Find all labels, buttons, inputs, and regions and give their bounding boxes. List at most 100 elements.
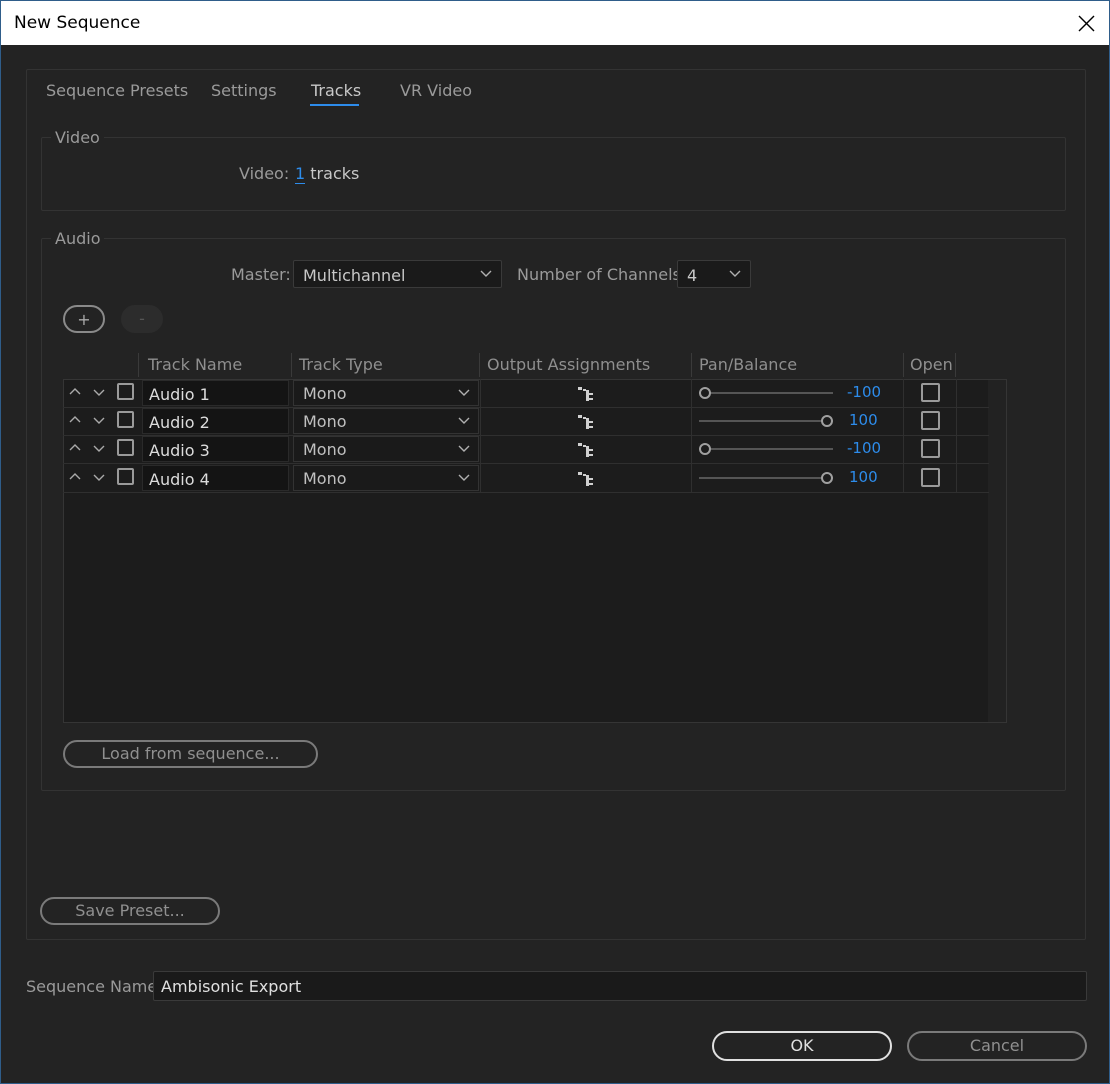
track-select-checkbox[interactable]: [117, 439, 134, 456]
channels-value: 4: [687, 266, 698, 285]
column-divider: [291, 353, 292, 377]
track-type-value: Mono: [303, 440, 347, 459]
new-sequence-dialog: New Sequence Sequence Presets Settings T…: [0, 0, 1110, 1084]
pan-slider-knob[interactable]: [699, 387, 711, 399]
track-type-dropdown[interactable]: Mono: [293, 408, 479, 434]
move-down-icon[interactable]: [91, 412, 107, 428]
move-down-icon[interactable]: [91, 440, 107, 456]
track-select-checkbox[interactable]: [117, 383, 134, 400]
track-select-checkbox[interactable]: [117, 411, 134, 428]
master-dropdown[interactable]: Multichannel: [293, 260, 502, 288]
output-assignment-icon[interactable]: [577, 384, 595, 402]
chevron-down-icon: [458, 417, 470, 424]
tab-sequence-presets[interactable]: Sequence Presets: [46, 81, 188, 100]
column-header-output-assignments: Output Assignments: [487, 355, 651, 374]
load-from-sequence-button[interactable]: Load from sequence...: [63, 740, 318, 768]
cancel-button[interactable]: Cancel: [907, 1031, 1087, 1061]
active-tab-indicator: [310, 104, 359, 106]
chevron-down-icon: [458, 445, 470, 452]
track-type-dropdown[interactable]: Mono: [293, 465, 479, 491]
channels-dropdown[interactable]: 4: [677, 260, 751, 288]
column-divider: [138, 353, 139, 377]
table-scrollbar[interactable]: [988, 380, 1006, 722]
move-up-icon[interactable]: [67, 440, 83, 456]
cell-divider: [903, 379, 904, 407]
sequence-name-label: Sequence Name:: [26, 977, 163, 996]
channels-label: Number of Channels:: [517, 265, 687, 284]
track-row: Audio 1 Mono -100: [63, 379, 989, 407]
chevron-down-icon: [480, 270, 492, 277]
close-button[interactable]: [1063, 1, 1109, 45]
track-type-dropdown[interactable]: Mono: [293, 436, 479, 462]
pan-slider-knob[interactable]: [821, 472, 833, 484]
sequence-name-input[interactable]: Ambisonic Export: [153, 971, 1087, 1001]
cell-divider: [480, 464, 481, 492]
pan-value[interactable]: 100: [849, 411, 878, 429]
track-name-field[interactable]: Audio 2: [142, 408, 289, 434]
cell-divider: [956, 407, 957, 435]
video-group: [41, 137, 1066, 211]
cell-divider: [956, 464, 957, 492]
column-header-pan-balance: Pan/Balance: [699, 355, 798, 374]
move-up-icon[interactable]: [67, 469, 83, 485]
cell-divider: [956, 435, 957, 463]
cell-divider: [480, 435, 481, 463]
track-name-field[interactable]: Audio 4: [142, 465, 289, 491]
pan-slider-knob[interactable]: [699, 443, 711, 455]
close-icon: [1078, 15, 1095, 32]
track-name-field[interactable]: Audio 3: [142, 436, 289, 462]
cell-divider: [691, 379, 692, 407]
cell-divider: [691, 407, 692, 435]
add-track-button[interactable]: +: [63, 305, 105, 333]
pan-value[interactable]: 100: [849, 468, 878, 486]
track-type-value: Mono: [303, 412, 347, 431]
track-type-dropdown[interactable]: Mono: [293, 380, 479, 406]
output-assignment-icon[interactable]: [577, 440, 595, 458]
track-type-value: Mono: [303, 384, 347, 403]
track-name-field[interactable]: Audio 1: [142, 380, 289, 406]
cell-divider: [691, 435, 692, 463]
window-title: New Sequence: [14, 13, 141, 33]
open-track-checkbox[interactable]: [921, 439, 940, 458]
output-assignment-icon[interactable]: [577, 469, 595, 487]
cell-divider: [903, 435, 904, 463]
open-track-checkbox[interactable]: [921, 383, 940, 402]
video-group-label: Video: [51, 128, 104, 147]
chevron-down-icon: [458, 474, 470, 481]
move-up-icon[interactable]: [67, 384, 83, 400]
chevron-down-icon: [458, 389, 470, 396]
column-header-open: Open: [910, 355, 953, 374]
cell-divider: [903, 464, 904, 492]
track-row: Audio 4 Mono 100: [63, 464, 989, 492]
tab-settings[interactable]: Settings: [211, 81, 277, 100]
pan-slider-track[interactable]: [699, 448, 833, 450]
master-label: Master:: [231, 265, 291, 284]
tab-vr-video[interactable]: VR Video: [400, 81, 472, 100]
cell-divider: [956, 379, 957, 407]
pan-slider-track[interactable]: [699, 420, 833, 422]
move-up-icon[interactable]: [67, 412, 83, 428]
ok-button[interactable]: OK: [712, 1031, 892, 1061]
move-down-icon[interactable]: [91, 469, 107, 485]
column-divider: [903, 353, 904, 377]
video-track-count[interactable]: 1: [295, 164, 306, 184]
pan-slider-knob[interactable]: [821, 415, 833, 427]
column-header-track-type: Track Type: [299, 355, 383, 374]
column-divider: [691, 353, 692, 377]
track-select-checkbox[interactable]: [117, 468, 134, 485]
cell-divider: [903, 407, 904, 435]
row-divider: [63, 492, 989, 493]
pan-value[interactable]: -100: [847, 439, 881, 457]
master-value: Multichannel: [303, 266, 406, 285]
open-track-checkbox[interactable]: [921, 468, 940, 487]
pan-slider-track[interactable]: [699, 477, 833, 479]
save-preset-button[interactable]: Save Preset...: [40, 897, 220, 925]
remove-track-button[interactable]: -: [121, 305, 163, 333]
output-assignment-icon[interactable]: [577, 412, 595, 430]
open-track-checkbox[interactable]: [921, 411, 940, 430]
move-down-icon[interactable]: [91, 384, 107, 400]
video-tracks-label: Video:: [239, 164, 290, 183]
tab-tracks[interactable]: Tracks: [311, 81, 361, 100]
pan-value[interactable]: -100: [847, 383, 881, 401]
pan-slider-track[interactable]: [699, 392, 833, 394]
